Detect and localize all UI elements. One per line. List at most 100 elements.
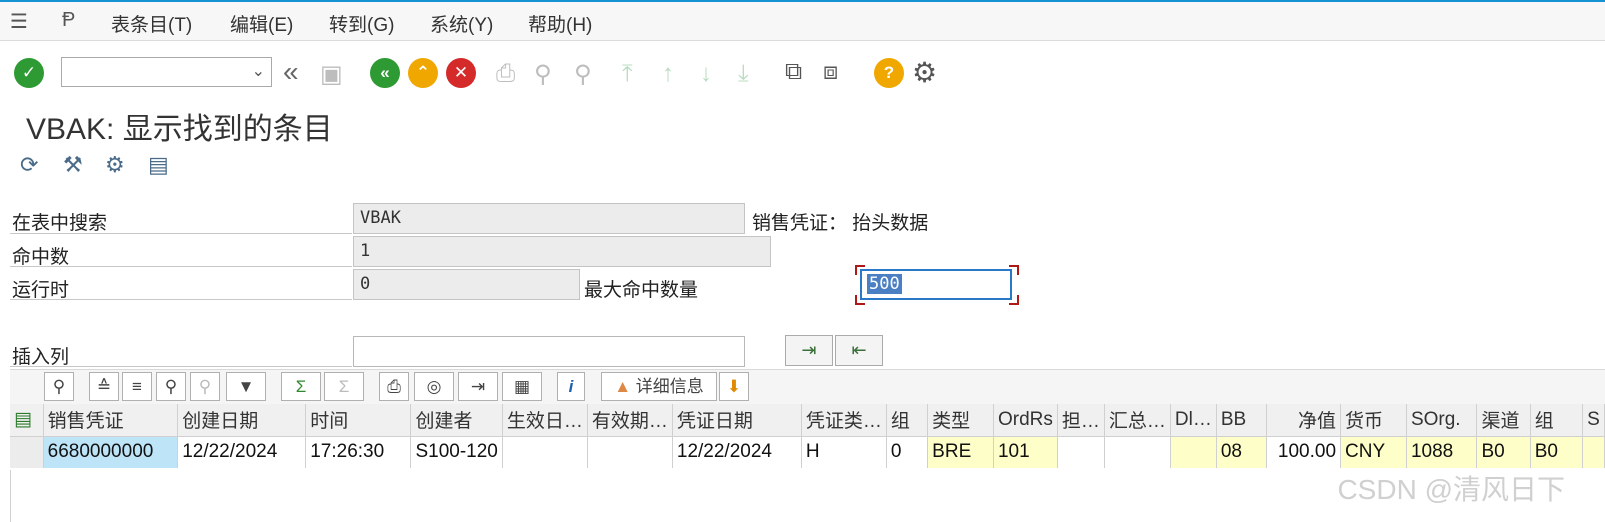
selection-criteria-icon[interactable]: ⚒ xyxy=(63,152,83,178)
focus-corner xyxy=(1009,265,1019,275)
menu-goto[interactable]: 转到(G) xyxy=(329,10,394,37)
column-header[interactable]: OrdRs xyxy=(993,404,1058,437)
find-icon: ⚲ xyxy=(534,61,552,88)
insert-column-input[interactable] xyxy=(353,336,745,367)
table-cell[interactable] xyxy=(1582,436,1605,468)
insert-column-button[interactable]: ⇥ xyxy=(785,335,833,366)
runtime-field: 0 xyxy=(353,269,580,300)
row-selector[interactable] xyxy=(10,436,44,468)
divider xyxy=(10,266,352,267)
table-cell[interactable]: 6680000000 xyxy=(43,436,179,468)
first-page-icon: ⤒ xyxy=(622,60,633,87)
table-cell[interactable]: 12/22/2024 xyxy=(672,436,802,468)
table-row[interactable]: 6680000000 12/22/2024 17:26:30 S100-120 … xyxy=(10,436,1605,468)
layout-icon[interactable]: ▦ xyxy=(502,372,542,401)
search-table-field: VBAK xyxy=(353,203,745,234)
column-header[interactable]: 货币 xyxy=(1340,404,1407,437)
column-header[interactable]: 生效日… xyxy=(502,404,588,437)
sort-ascending-icon[interactable]: ≙ xyxy=(89,372,119,401)
column-header[interactable]: 时间 xyxy=(305,404,412,437)
column-header[interactable]: 凭证日期 xyxy=(672,404,802,437)
column-header[interactable]: 创建日期 xyxy=(177,404,307,437)
table-cell[interactable]: B0 xyxy=(1476,436,1531,468)
find-icon[interactable]: ⚲ xyxy=(156,372,186,401)
menu-toggle-icon[interactable]: ☰ xyxy=(10,9,28,34)
menu-edit[interactable]: 编辑(E) xyxy=(230,10,293,37)
table-cell[interactable]: H xyxy=(801,436,887,468)
column-header[interactable]: 组 xyxy=(886,404,929,437)
table-cell[interactable]: 0 xyxy=(886,436,929,468)
back-icon[interactable]: « xyxy=(370,58,400,88)
column-header[interactable]: 组 xyxy=(1530,404,1584,437)
column-header[interactable]: 凭证类… xyxy=(801,404,887,437)
table-cell[interactable]: BRE xyxy=(927,436,994,468)
max-hits-label: 最大命中数量 xyxy=(584,280,699,301)
column-header[interactable]: SOrg. xyxy=(1406,404,1478,437)
column-header[interactable]: 渠道 xyxy=(1476,404,1531,437)
max-hits-input[interactable]: 500 xyxy=(860,269,1012,300)
column-header[interactable]: 创建者 xyxy=(410,404,503,437)
column-header[interactable]: 净值 xyxy=(1266,404,1342,437)
table-cell[interactable] xyxy=(1057,436,1105,468)
refresh-icon[interactable]: ⟳ xyxy=(20,152,38,178)
view-icon[interactable]: ◎ xyxy=(414,372,454,401)
cancel-icon[interactable]: ✕ xyxy=(446,58,476,88)
table-cell[interactable]: 101 xyxy=(993,436,1058,468)
divider xyxy=(10,299,352,300)
print-icon: ⎙ xyxy=(496,60,516,87)
find-next-icon: ⚲ xyxy=(190,372,220,401)
remove-column-button[interactable]: ⇤ xyxy=(835,335,883,366)
table-cell[interactable] xyxy=(1170,436,1217,468)
table-cell[interactable]: 100.00 xyxy=(1266,436,1342,468)
column-header[interactable]: S xyxy=(1582,404,1605,437)
sap-gui-icon[interactable]: Ᵽ xyxy=(62,9,75,32)
exit-icon[interactable]: ⌃ xyxy=(408,58,438,88)
column-header[interactable]: 有效期… xyxy=(587,404,673,437)
next-page-icon: ↓ xyxy=(700,60,712,87)
column-header[interactable]: 汇总… xyxy=(1104,404,1171,437)
print-icon[interactable]: ⎙ xyxy=(379,372,409,401)
column-header[interactable]: BB xyxy=(1216,404,1267,437)
more-toolbar-icon[interactable]: « xyxy=(283,56,299,88)
table-cell[interactable]: 08 xyxy=(1216,436,1267,468)
enter-icon[interactable]: ✓ xyxy=(14,58,44,88)
search-table-label: 在表中搜索 xyxy=(12,213,108,234)
export-icon[interactable]: ⇥ xyxy=(458,372,498,401)
settings-user-icon[interactable]: ⚙ xyxy=(105,152,125,178)
filter-icon[interactable]: ▼ xyxy=(226,372,266,401)
menu-help[interactable]: 帮助(H) xyxy=(528,10,592,37)
command-field[interactable]: ⌄ xyxy=(61,57,272,87)
runtime-label: 运行时 xyxy=(12,280,70,301)
column-header[interactable]: 类型 xyxy=(927,404,994,437)
menu-table-entry[interactable]: 表条目(T) xyxy=(111,10,192,37)
sort-descending-icon[interactable]: ≡ xyxy=(122,372,152,401)
table-cell[interactable] xyxy=(1104,436,1171,468)
info-icon[interactable]: i xyxy=(557,372,585,401)
settings-icon[interactable]: ⚙ xyxy=(912,56,937,89)
column-header[interactable]: 销售凭证 xyxy=(43,404,179,437)
table-cell[interactable]: S100-120 xyxy=(410,436,503,468)
table-cell[interactable]: CNY xyxy=(1340,436,1407,468)
table-cell[interactable]: 12/22/2024 xyxy=(177,436,307,468)
column-header[interactable]: Dl… xyxy=(1170,404,1217,437)
chevron-down-icon[interactable]: ⌄ xyxy=(252,61,265,81)
table-contents-icon[interactable]: ▤ xyxy=(148,152,169,178)
table-cell[interactable]: 17:26:30 xyxy=(305,436,412,468)
prev-page-icon: ↑ xyxy=(662,60,674,87)
table-cell[interactable]: 1088 xyxy=(1406,436,1478,468)
help-icon[interactable]: ? xyxy=(874,58,904,88)
details-button[interactable]: ▲ 详细信息 xyxy=(601,372,717,401)
download-icon[interactable]: ⬇ xyxy=(719,372,749,401)
focus-corner xyxy=(1009,295,1019,305)
new-session-icon[interactable]: ⧉ xyxy=(785,58,802,86)
table-cell[interactable] xyxy=(587,436,673,468)
column-layout-icon[interactable]: ▤ xyxy=(10,404,44,437)
detail-view-icon[interactable]: ⚲ xyxy=(44,372,74,401)
sum-icon[interactable]: Σ xyxy=(281,372,321,401)
table-cell[interactable] xyxy=(502,436,588,468)
shortcut-icon[interactable]: ⧈ xyxy=(823,58,838,86)
column-header[interactable]: 担… xyxy=(1057,404,1105,437)
menu-system[interactable]: 系统(Y) xyxy=(430,10,493,37)
find-next-icon: ⚲ xyxy=(574,61,592,88)
table-cell[interactable]: B0 xyxy=(1530,436,1584,468)
